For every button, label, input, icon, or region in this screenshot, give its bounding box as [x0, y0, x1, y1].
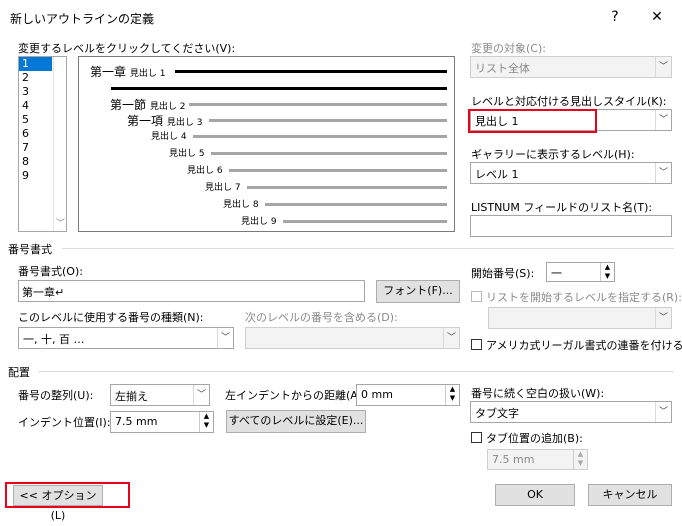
levels-list[interactable]: 123456789 ﹀ — [18, 56, 67, 232]
tab-position-spinner[interactable]: 7.5 mm ▲ ▼ — [110, 411, 214, 433]
chevron-down-icon: ﹀ — [655, 57, 671, 77]
numfmt-section-title: 番号書式 — [8, 243, 52, 256]
follow-number-value: タブ文字 — [475, 407, 519, 420]
preview-line-2 — [189, 103, 447, 106]
level-item[interactable]: 6 — [19, 127, 52, 141]
level-item[interactable]: 5 — [19, 113, 52, 127]
preview-level-7: 見出し 7 — [205, 183, 241, 193]
apply-to-select[interactable]: リスト全体 ﹀ — [470, 56, 672, 78]
format-value: 第一章↵ — [22, 286, 65, 299]
chevron-down-icon: ﹀ — [443, 328, 459, 348]
preview-level-8: 見出し 8 — [223, 200, 259, 210]
level-item[interactable]: 8 — [19, 155, 52, 169]
indent-spinner[interactable]: 0 mm ▲ ▼ — [356, 384, 460, 406]
spinner-arrows-icon[interactable]: ▲ ▼ — [600, 263, 614, 281]
indent-value: 0 mm — [361, 388, 393, 401]
align-select[interactable]: 左揃え ﹀ — [110, 384, 210, 406]
cancel-button[interactable]: キャンセル — [588, 484, 672, 506]
preview-line-3 — [209, 119, 447, 122]
listnum-label: LISTNUM フィールドのリスト名(T): — [471, 201, 653, 214]
preview-level-5: 見出し 5 — [169, 149, 205, 159]
follow-number-label: 番号に続く空白の扱い(W): — [471, 387, 605, 400]
restart-label: リストを開始するレベルを指定する(R): — [486, 291, 682, 304]
tab-position-label: インデント位置(I): — [18, 416, 111, 429]
highlight-box-style — [468, 109, 597, 133]
chevron-down-icon: ﹀ — [655, 308, 671, 328]
preview-line-1 — [175, 70, 447, 73]
spinner-arrows-icon[interactable]: ▲ ▼ — [573, 450, 587, 469]
preview-level-2: 第一節 見出し 2 — [110, 98, 186, 112]
font-button[interactable]: フォント(F)... — [376, 280, 460, 303]
format-label: 番号書式(O): — [18, 265, 83, 278]
preview-line-6 — [229, 169, 447, 172]
level-item[interactable]: 9 — [19, 169, 52, 183]
add-tabstop-checkbox[interactable] — [471, 432, 482, 443]
preview-level-1: 第一章 見出し 1 — [90, 65, 166, 79]
gallery-label: ギャラリーに表示するレベル(H): — [471, 148, 635, 161]
spinner-arrows-icon[interactable]: ▲ ▼ — [445, 385, 459, 405]
start-at-spinner[interactable]: 一 ▲ ▼ — [546, 262, 615, 282]
restart-select[interactable]: ﹀ — [488, 307, 672, 329]
preview-line-5 — [211, 152, 447, 155]
number-style-select[interactable]: 一, 十, 百 … ﹀ — [18, 327, 234, 349]
follow-number-select[interactable]: タブ文字 ﹀ — [470, 401, 672, 423]
apply-to-label: 変更の対象(C): — [471, 42, 546, 55]
position-section-title: 配置 — [8, 366, 30, 379]
preview-level-4: 見出し 4 — [151, 132, 187, 142]
include-level-select[interactable]: ﹀ — [245, 327, 460, 349]
legal-checkbox[interactable] — [471, 339, 482, 350]
format-input[interactable]: 第一章↵ — [18, 280, 365, 302]
outline-preview: 第一章 見出し 1 第一節 見出し 2 第一項 見出し 3 見出し 4 見出し … — [78, 56, 455, 232]
level-item[interactable]: 2 — [19, 71, 52, 85]
number-style-value: 一, 十, 百 … — [23, 333, 85, 346]
ok-button[interactable]: OK — [495, 484, 575, 506]
close-button[interactable]: ✕ — [645, 6, 669, 28]
preview-line-4 — [193, 135, 447, 138]
start-at-value: 一 — [551, 267, 562, 280]
highlight-box-options — [5, 482, 130, 508]
restart-checkbox[interactable] — [471, 291, 482, 302]
levels-scrollbar[interactable]: ﹀ — [53, 57, 66, 231]
levels-label: 変更するレベルをクリックしてください(V): — [18, 42, 236, 55]
tabstop-value: 7.5 mm — [492, 453, 535, 466]
spinner-arrows-icon[interactable]: ▲ ▼ — [199, 412, 213, 432]
level-item[interactable]: 1 — [19, 57, 52, 71]
tab-position-value: 7.5 mm — [115, 415, 158, 428]
preview-line-8 — [265, 203, 447, 206]
add-tabstop-label: タブ位置の追加(B): — [486, 432, 583, 445]
chevron-down-icon: ﹀ — [217, 328, 233, 348]
preview-line-1b — [111, 87, 447, 90]
help-button[interactable]: ? — [603, 6, 627, 28]
scroll-down-icon[interactable]: ﹀ — [56, 216, 65, 229]
align-label: 番号の整列(U): — [18, 389, 94, 402]
preview-level-9: 見出し 9 — [241, 217, 277, 227]
start-at-label: 開始番号(S): — [471, 267, 535, 280]
dialog-title: 新しいアウトラインの定義 — [10, 12, 155, 26]
chevron-down-icon: ﹀ — [655, 110, 671, 130]
level-item[interactable]: 7 — [19, 141, 52, 155]
level-item[interactable]: 3 — [19, 85, 52, 99]
preview-level-6: 見出し 6 — [187, 166, 223, 176]
link-style-label: レベルと対応付ける見出しスタイル(K): — [471, 95, 667, 108]
level-item[interactable]: 4 — [19, 99, 52, 113]
listnum-input[interactable] — [470, 215, 672, 237]
legal-label: アメリカ式リーガル書式の連番を付ける(G) — [486, 339, 682, 352]
preview-line-7 — [247, 186, 447, 189]
chevron-down-icon: ﹀ — [655, 163, 671, 183]
apply-to-value: リスト全体 — [475, 62, 530, 75]
chevron-down-icon: ﹀ — [655, 402, 671, 422]
numfmt-divider — [62, 248, 674, 249]
position-divider — [38, 371, 674, 372]
set-all-levels-button[interactable]: すべてのレベルに設定(E)... — [226, 410, 366, 433]
number-style-label: このレベルに使用する番号の種類(N): — [18, 311, 204, 324]
indent-label: 左インデントからの距離(A): — [225, 389, 366, 402]
preview-level-3: 第一項 見出し 3 — [127, 114, 203, 128]
preview-line-9 — [283, 220, 447, 223]
gallery-select[interactable]: レベル 1 ﹀ — [470, 162, 672, 184]
tabstop-spinner[interactable]: 7.5 mm ▲ ▼ — [487, 449, 588, 470]
align-value: 左揃え — [115, 390, 148, 403]
gallery-value: レベル 1 — [475, 168, 519, 181]
chevron-down-icon: ﹀ — [193, 385, 209, 405]
include-level-label: 次のレベルの番号を含める(D): — [245, 311, 398, 324]
